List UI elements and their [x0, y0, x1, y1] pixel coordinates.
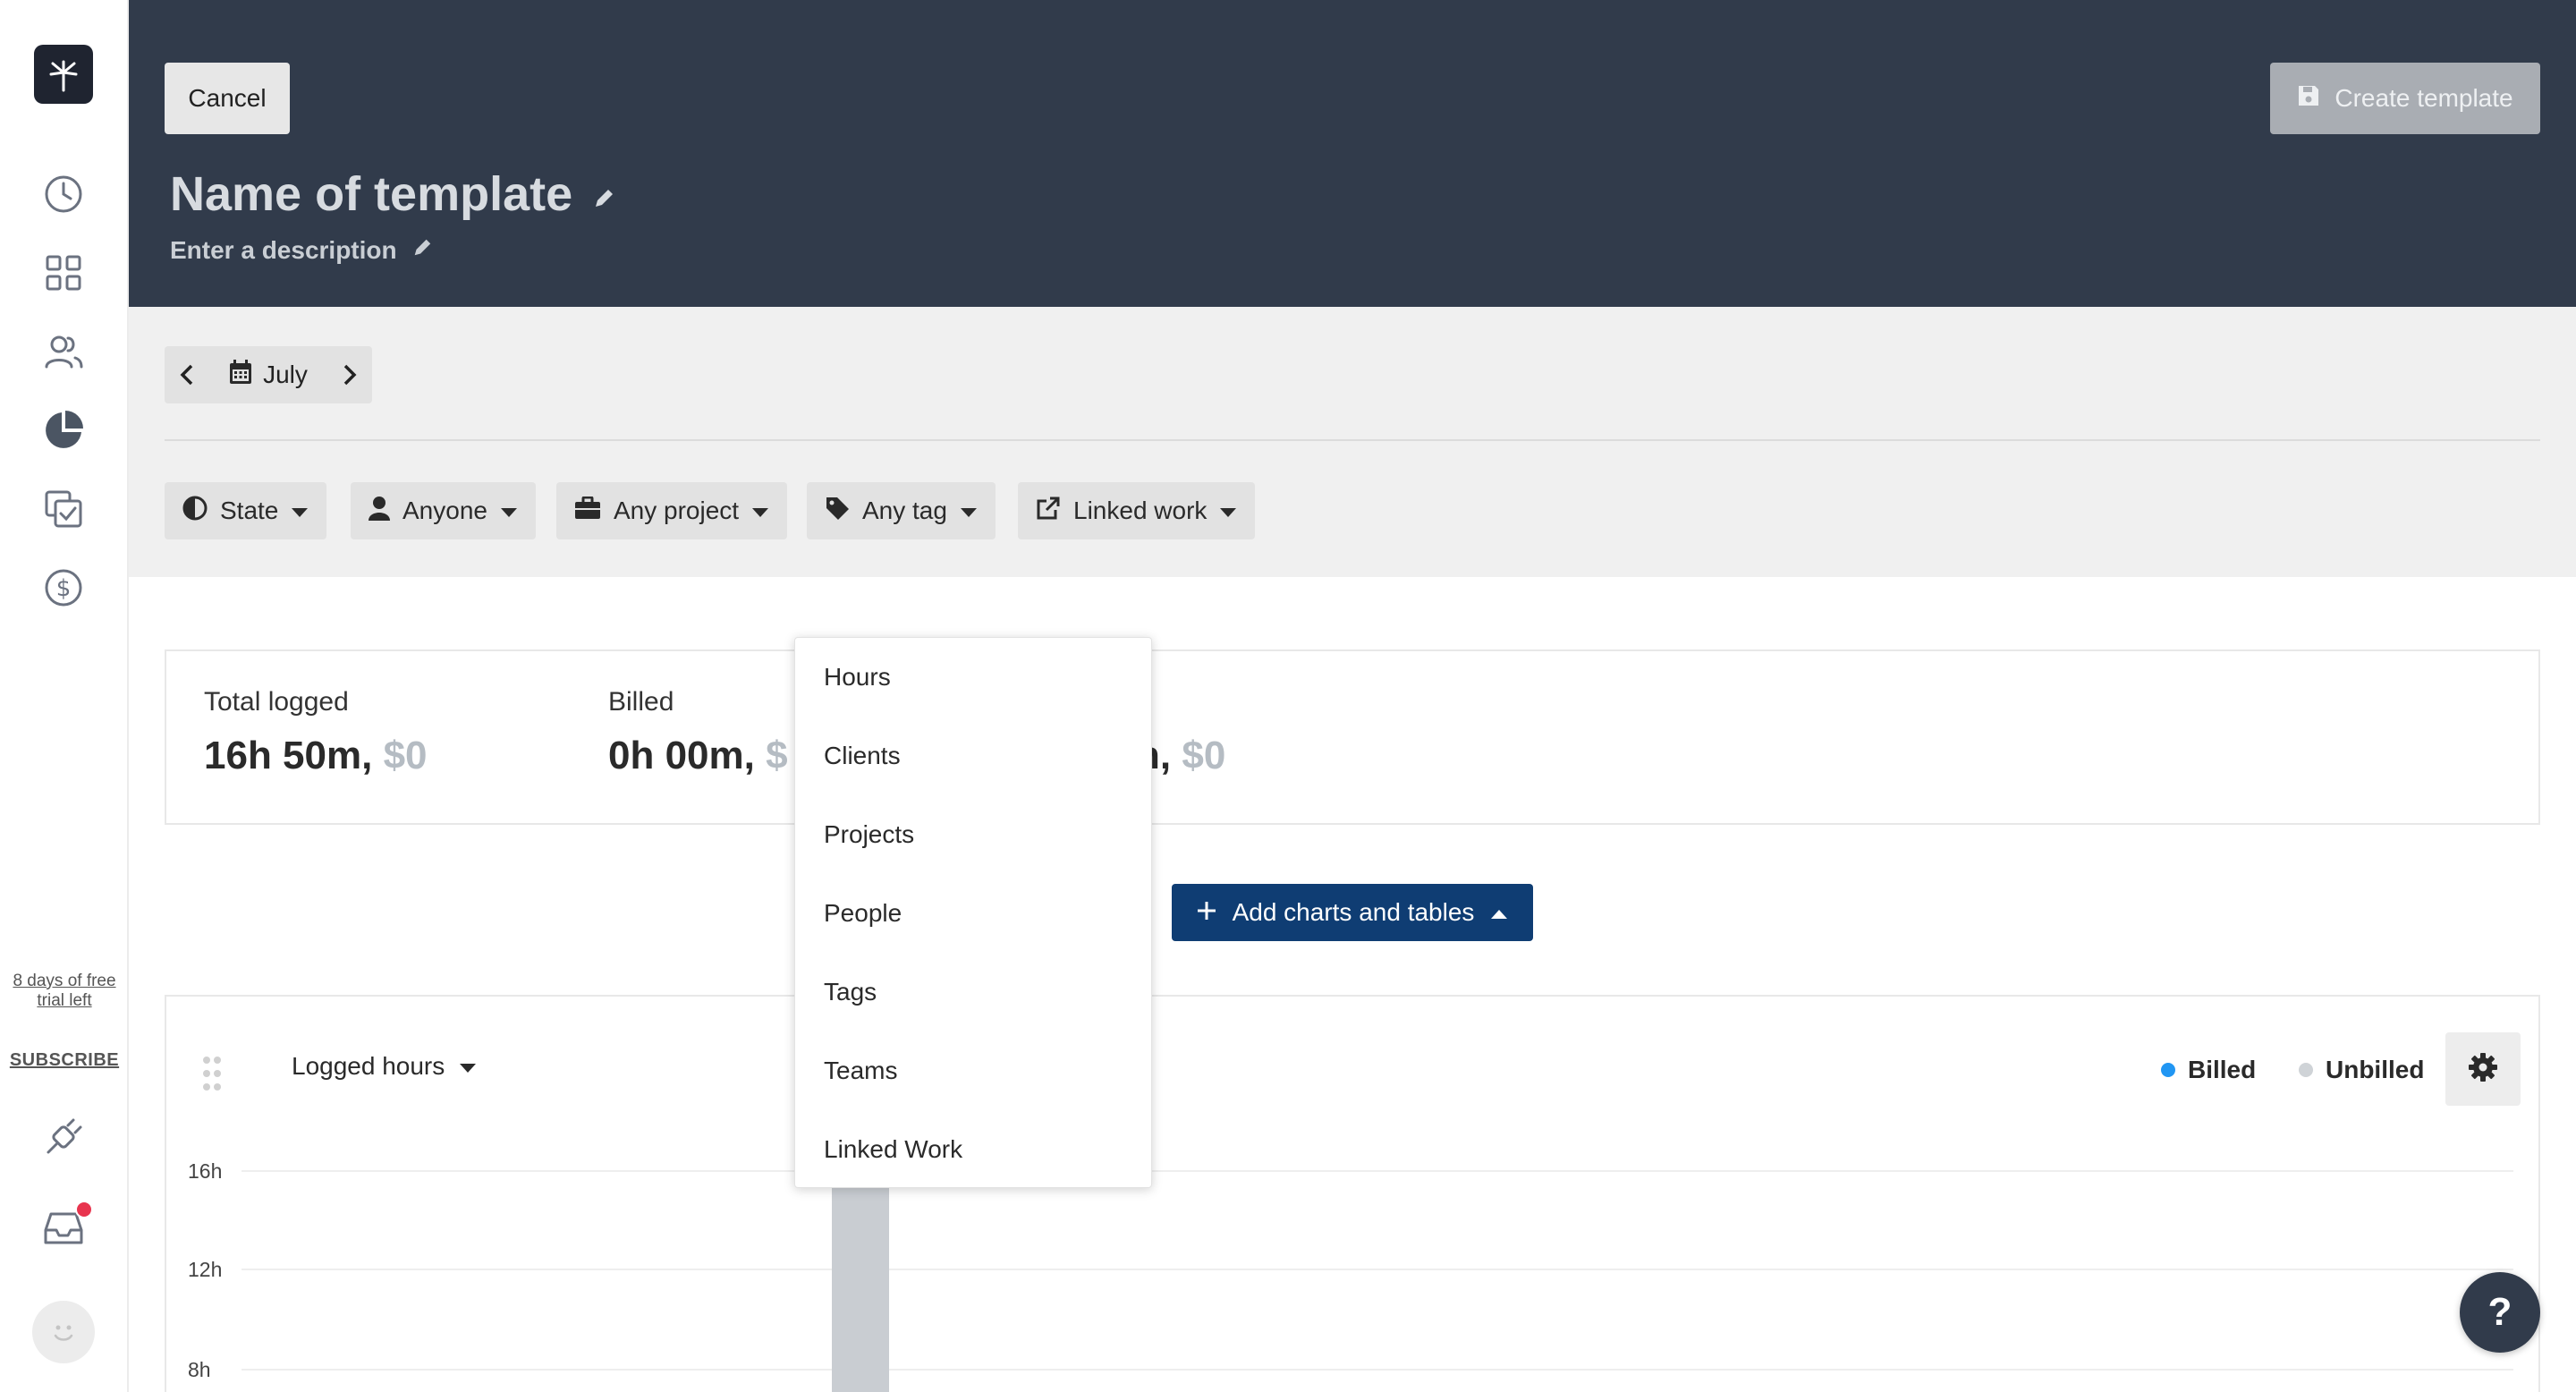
- total-logged-hours: 16h 50m,: [204, 734, 373, 777]
- bar-unbilled-0[interactable]: [832, 1158, 889, 1392]
- external-link-icon: [1036, 496, 1061, 527]
- create-template-label: Create template: [2334, 84, 2513, 112]
- state-filter[interactable]: State: [165, 482, 327, 539]
- cancel-button[interactable]: Cancel: [165, 63, 290, 134]
- person-filter-label: Anyone: [402, 497, 487, 524]
- grid-icon[interactable]: [38, 247, 89, 299]
- sidebar: $ 8 days of free trial left SUBSCRIBE: [0, 0, 129, 1392]
- billed-value: 0h 00m, $: [608, 734, 788, 778]
- legend-unbilled[interactable]: Unbilled: [2299, 1056, 2424, 1084]
- menu-item-people[interactable]: People: [795, 874, 1151, 953]
- person-icon: [369, 496, 390, 527]
- y-tick-8h: 8h: [188, 1358, 211, 1381]
- briefcase-icon: [574, 496, 601, 526]
- dollar-icon[interactable]: $: [38, 562, 89, 614]
- project-filter[interactable]: Any project: [556, 482, 788, 539]
- y-tick-16h: 16h: [188, 1159, 223, 1183]
- menu-pointer: [1152, 921, 1163, 943]
- subscribe-link[interactable]: SUBSCRIBE: [0, 1050, 129, 1071]
- legend-billed[interactable]: Billed: [2161, 1056, 2256, 1084]
- linked-work-filter-label: Linked work: [1073, 497, 1208, 524]
- tag-icon: [825, 496, 850, 527]
- prev-month-chevron-left-icon[interactable]: [165, 346, 209, 403]
- tag-filter-label: Any tag: [862, 497, 947, 524]
- third-money: $0: [1182, 734, 1226, 777]
- template-name-text: Name of template: [170, 167, 573, 221]
- tasks-icon[interactable]: [38, 483, 89, 535]
- save-icon: [2297, 84, 2320, 114]
- billed-hours: 0h 00m,: [608, 734, 755, 777]
- menu-item-tags[interactable]: Tags: [795, 953, 1151, 1031]
- billed-money: $: [766, 734, 788, 777]
- gridline: [242, 1170, 2513, 1172]
- billed-label: Billed: [608, 687, 674, 717]
- caret-down-icon: [459, 1052, 477, 1081]
- total-logged-stat: Total logged 16h 50m, $0: [204, 687, 428, 778]
- billed-stat: Billed 0h 00m, $: [608, 687, 788, 778]
- state-filter-label: State: [220, 497, 279, 524]
- caret-down-icon: [751, 497, 769, 525]
- template-name[interactable]: Name of template: [170, 166, 615, 222]
- person-filter[interactable]: Anyone: [351, 482, 536, 539]
- clock-icon[interactable]: [38, 168, 89, 220]
- pencil-icon: [592, 166, 615, 222]
- legend-billed-dot: [2161, 1063, 2175, 1077]
- template-description-text: Enter a description: [170, 236, 397, 264]
- menu-item-clients[interactable]: Clients: [795, 717, 1151, 795]
- logged-hours-chart-card: Logged hours Billed Unbilled 16h 12h 8h: [165, 995, 2540, 1392]
- tag-filter[interactable]: Any tag: [807, 482, 996, 539]
- gridline: [242, 1269, 2513, 1270]
- caret-down-icon: [500, 497, 518, 525]
- pencil-icon: [411, 236, 433, 265]
- total-logged-value: 16h 50m, $0: [204, 734, 428, 778]
- caret-down-icon: [291, 497, 309, 525]
- trial-link[interactable]: 8 days of free trial left: [0, 972, 129, 1011]
- summary-card: Total logged 16h 50m, $0 Billed 0h 00m, …: [165, 649, 2540, 825]
- avatar[interactable]: [32, 1301, 95, 1363]
- gridline: [242, 1369, 2513, 1371]
- caret-down-icon: [1219, 497, 1237, 525]
- legend-unbilled-label: Unbilled: [2326, 1056, 2425, 1083]
- total-logged-label: Total logged: [204, 687, 349, 717]
- menu-item-hours[interactable]: Hours: [795, 638, 1151, 717]
- plug-icon[interactable]: [38, 1111, 89, 1163]
- add-chart-menu: Hours Clients Projects People Tags Teams…: [794, 637, 1152, 1188]
- project-filter-label: Any project: [614, 497, 740, 524]
- svg-text:$: $: [56, 575, 72, 602]
- month-label: July: [263, 361, 308, 388]
- chart-type-label: Logged hours: [292, 1052, 445, 1080]
- help-button[interactable]: ?: [2460, 1272, 2540, 1353]
- pie-chart-icon[interactable]: [38, 404, 89, 456]
- divider: [165, 439, 2540, 441]
- chart-settings-button[interactable]: [2445, 1032, 2521, 1106]
- drag-handle-icon[interactable]: [202, 1056, 222, 1096]
- gear-icon: [2468, 1052, 2498, 1087]
- template-header: Cancel Create template Name of template …: [129, 0, 2576, 307]
- caret-down-icon: [960, 497, 978, 525]
- people-icon[interactable]: [38, 326, 89, 378]
- half-circle-icon: [182, 496, 208, 527]
- calendar-icon: [229, 359, 252, 391]
- menu-item-teams[interactable]: Teams: [795, 1031, 1151, 1110]
- total-logged-money: $0: [383, 734, 428, 777]
- menu-item-projects[interactable]: Projects: [795, 795, 1151, 874]
- notification-dot: [75, 1201, 93, 1218]
- app-logo-icon[interactable]: [34, 45, 93, 104]
- legend-billed-label: Billed: [2188, 1056, 2257, 1083]
- linked-work-filter[interactable]: Linked work: [1018, 482, 1256, 539]
- add-charts-button[interactable]: Add charts and tables: [1172, 884, 1533, 941]
- next-month-chevron-right-icon[interactable]: [327, 346, 372, 403]
- template-description[interactable]: Enter a description: [170, 236, 433, 265]
- chart-type-selector[interactable]: Logged hours: [292, 1052, 477, 1081]
- plus-icon: [1197, 898, 1216, 927]
- filter-bar: July State Anyone Any project Any tag Li…: [129, 307, 2576, 577]
- create-template-button[interactable]: Create template: [2270, 63, 2540, 134]
- month-picker[interactable]: July: [209, 359, 327, 391]
- month-navigator: July: [165, 346, 372, 403]
- add-charts-label: Add charts and tables: [1232, 898, 1475, 926]
- caret-up-icon: [1490, 898, 1508, 927]
- menu-item-linked-work[interactable]: Linked Work: [795, 1110, 1151, 1189]
- legend-unbilled-dot: [2299, 1063, 2313, 1077]
- y-tick-12h: 12h: [188, 1258, 223, 1281]
